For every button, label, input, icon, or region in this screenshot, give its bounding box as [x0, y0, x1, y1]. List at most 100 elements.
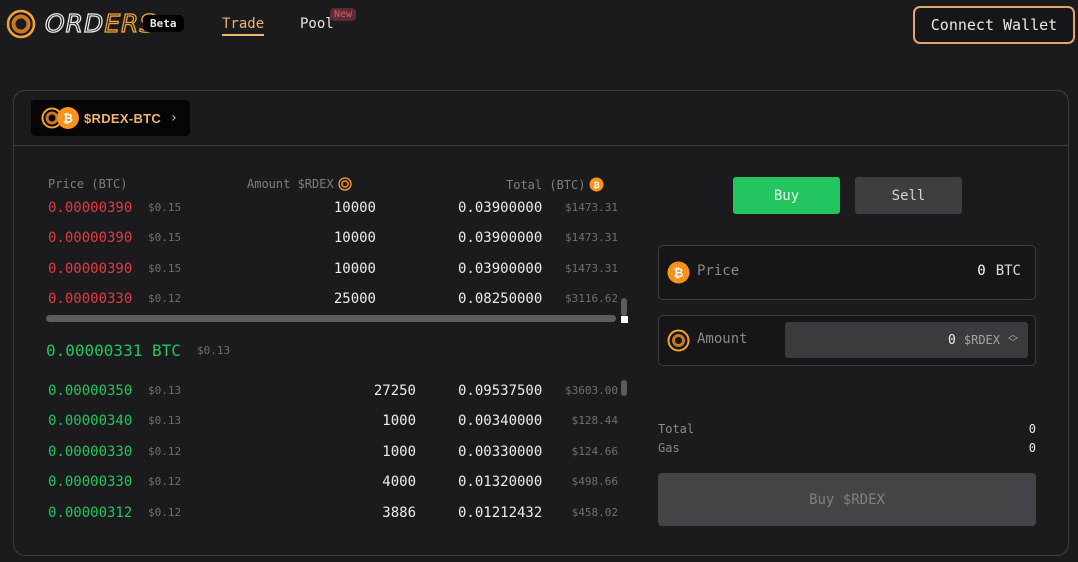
ask-price-usd: $0.12: [148, 292, 182, 305]
buy-rdex-button[interactable]: Buy $RDEX: [658, 473, 1036, 526]
bid-row[interactable]: 0.00000312 $0.12 3886 0.01212432 $458.02: [48, 503, 618, 523]
bid-total-usd: $3603.00: [565, 384, 618, 397]
ask-amount: 25000: [333, 291, 376, 307]
bid-amount: 27250: [373, 383, 416, 399]
svg-text:₿: ₿: [594, 181, 601, 190]
mid-market-price-usd: $0.13: [197, 344, 231, 357]
amount-input-value[interactable]: 0: [948, 333, 956, 348]
ask-price-usd: $0.15: [148, 262, 182, 275]
orders-logo-text: ORDERS: [44, 8, 157, 38]
amount-field[interactable]: Amount 0 $RDEX ︿ ﹀: [658, 315, 1036, 366]
ask-price: 0.00000390: [48, 230, 133, 246]
header-amount: Amount $RDEX: [247, 177, 352, 191]
price-unit: BTC: [995, 263, 1021, 279]
chevron-right-icon: ›: [171, 110, 177, 126]
connect-wallet-button[interactable]: Connect Wallet: [913, 6, 1075, 44]
bid-amount: 3886: [382, 505, 416, 521]
price-value[interactable]: 0 BTC: [977, 263, 1021, 279]
amount-input[interactable]: 0 $RDEX ︿ ﹀: [785, 322, 1028, 358]
header-price: Price (BTC): [48, 177, 128, 191]
bid-amount: 4000: [382, 474, 416, 490]
header-total: Total (BTC) ₿: [506, 177, 604, 192]
ask-amount: 10000: [333, 261, 376, 277]
bid-total: 0.01320000: [458, 474, 543, 490]
price-field[interactable]: ₿ Price 0 BTC: [658, 245, 1036, 300]
total-value: 0: [1028, 422, 1036, 436]
total-row: Total 0: [658, 420, 1036, 438]
bid-price: 0.00000330: [48, 474, 133, 490]
ask-total-usd: $3116.62: [565, 292, 618, 305]
trade-card: ₿ $RDEX-BTC › Price (BTC) Amount $RDEX T…: [13, 90, 1069, 556]
asks-vertical-scrollbar[interactable]: [621, 298, 627, 316]
nav-tab-trade[interactable]: Trade: [222, 16, 265, 36]
bid-price: 0.00000330: [48, 444, 133, 460]
bid-row[interactable]: 0.00000330 $0.12 4000 0.01320000 $498.66: [48, 472, 618, 492]
ask-row[interactable]: 0.00000390 $0.15 10000 0.03900000 $1473.…: [48, 228, 618, 248]
mid-market-price: 0.00000331 BTC: [46, 341, 181, 360]
bid-price-usd: $0.13: [148, 414, 182, 427]
bids-vertical-scrollbar[interactable]: [621, 380, 627, 396]
gas-label: Gas: [658, 441, 680, 455]
ask-total: 0.08250000: [458, 291, 543, 307]
ask-total: 0.03900000: [458, 230, 543, 246]
bid-price: 0.00000340: [48, 413, 133, 429]
rdex-token-icon: [338, 177, 352, 191]
bid-price: 0.00000350: [48, 383, 133, 399]
ask-total-usd: $1473.31: [565, 201, 618, 214]
total-label: Total: [658, 422, 695, 436]
scrollbar-corner: [621, 316, 628, 323]
bitcoin-icon: ₿: [57, 107, 79, 129]
gas-value: 0: [1028, 441, 1036, 455]
ask-total-usd: $1473.31: [565, 231, 618, 244]
bid-total: 0.09537500: [458, 383, 543, 399]
ask-total: 0.03900000: [458, 200, 543, 216]
ask-row[interactable]: 0.00000330 $0.12 25000 0.08250000 $3116.…: [48, 289, 618, 309]
price-input-value[interactable]: 0: [977, 263, 985, 279]
bid-total: 0.00330000: [458, 444, 543, 460]
bid-total-usd: $124.66: [571, 445, 618, 458]
top-nav: ORDERS Beta Trade Pool New Connect Walle…: [0, 0, 1078, 50]
ask-amount: 10000: [333, 200, 376, 216]
rdex-token-icon: [667, 329, 690, 352]
bid-total-usd: $128.44: [571, 414, 618, 427]
sell-tab[interactable]: Sell: [855, 177, 962, 214]
ask-price: 0.00000390: [48, 200, 133, 216]
bid-price-usd: $0.12: [148, 475, 182, 488]
buy-tab[interactable]: Buy: [733, 177, 840, 214]
bid-total-usd: $458.02: [571, 506, 618, 519]
pair-label: $RDEX-BTC: [84, 110, 162, 126]
nav-tab-pool[interactable]: Pool: [300, 16, 334, 33]
bid-total-usd: $498.66: [571, 475, 618, 488]
chevron-down-icon[interactable]: ﹀: [1008, 339, 1018, 349]
svg-text:₿: ₿: [63, 112, 73, 126]
beta-badge: Beta: [143, 15, 184, 32]
bid-total: 0.01212432: [458, 505, 543, 521]
ask-total-usd: $1473.31: [565, 262, 618, 275]
amount-label: Amount: [697, 331, 748, 347]
bitcoin-icon: ₿: [589, 177, 604, 192]
bid-price: 0.00000312: [48, 505, 133, 521]
bid-amount: 1000: [382, 413, 416, 429]
ask-row[interactable]: 0.00000390 $0.15 10000 0.03900000 $1473.…: [48, 259, 618, 279]
divider: [14, 145, 1068, 146]
ask-total: 0.03900000: [458, 261, 543, 277]
ask-price: 0.00000390: [48, 261, 133, 277]
bitcoin-icon: ₿: [667, 261, 690, 284]
bid-price-usd: $0.12: [148, 445, 182, 458]
bid-row[interactable]: 0.00000330 $0.12 1000 0.00330000 $124.66: [48, 442, 618, 462]
ask-price-usd: $0.15: [148, 231, 182, 244]
unit-toggle-stepper-icon[interactable]: ︿ ﹀: [1008, 331, 1018, 349]
asks-horizontal-scrollbar[interactable]: [46, 315, 616, 322]
pair-icons: ₿: [41, 106, 81, 130]
new-badge: New: [330, 8, 357, 21]
orders-logo-icon: [6, 9, 36, 39]
ask-price: 0.00000330: [48, 291, 133, 307]
bid-price-usd: $0.12: [148, 506, 182, 519]
ask-price-usd: $0.15: [148, 201, 182, 214]
bid-row[interactable]: 0.00000350 $0.13 27250 0.09537500 $3603.…: [48, 381, 618, 401]
gas-row: Gas 0: [658, 439, 1036, 457]
ask-row[interactable]: 0.00000390 $0.15 10000 0.03900000 $1473.…: [48, 198, 618, 218]
bid-row[interactable]: 0.00000340 $0.13 1000 0.00340000 $128.44: [48, 411, 618, 431]
pair-selector[interactable]: ₿ $RDEX-BTC ›: [31, 100, 190, 136]
bid-total: 0.00340000: [458, 413, 543, 429]
